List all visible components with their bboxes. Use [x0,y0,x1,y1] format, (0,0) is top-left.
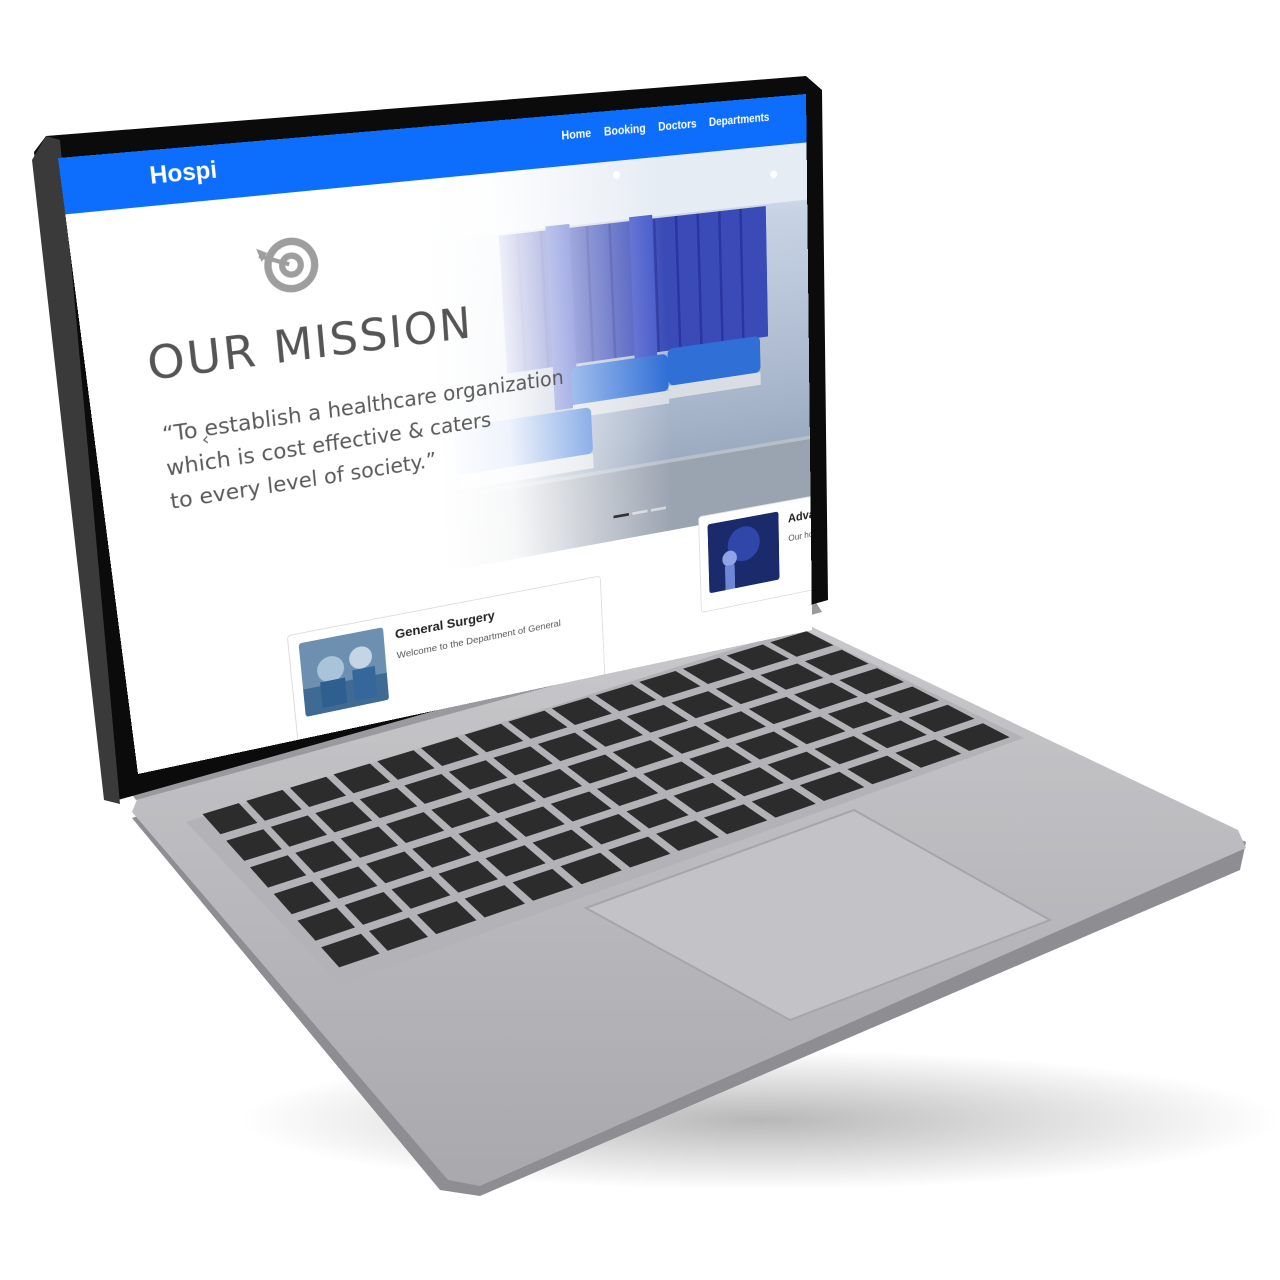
surgery-image [298,627,390,717]
nav-booking-link[interactable]: Booking [604,123,646,139]
card-title: Advanc [787,504,813,526]
laptop-mockup: Hospi Home Booking Doctors Departments O… [0,0,1280,1280]
nav-doctors-link[interactable]: Doctors [658,118,697,133]
card-text: Our hosp [788,527,813,544]
surgery-illustration [298,627,390,717]
nav-departments-link[interactable]: Departments [709,112,770,129]
advanced-image [707,511,780,594]
advanced-illustration [707,511,780,594]
brand-logo[interactable]: Hospi [148,156,218,191]
target-icon [253,234,321,296]
mission-title: OUR MISSION [144,297,475,392]
nav-links: Home Booking Doctors Departments [561,112,769,143]
nav-home-link[interactable]: Home [561,128,591,143]
